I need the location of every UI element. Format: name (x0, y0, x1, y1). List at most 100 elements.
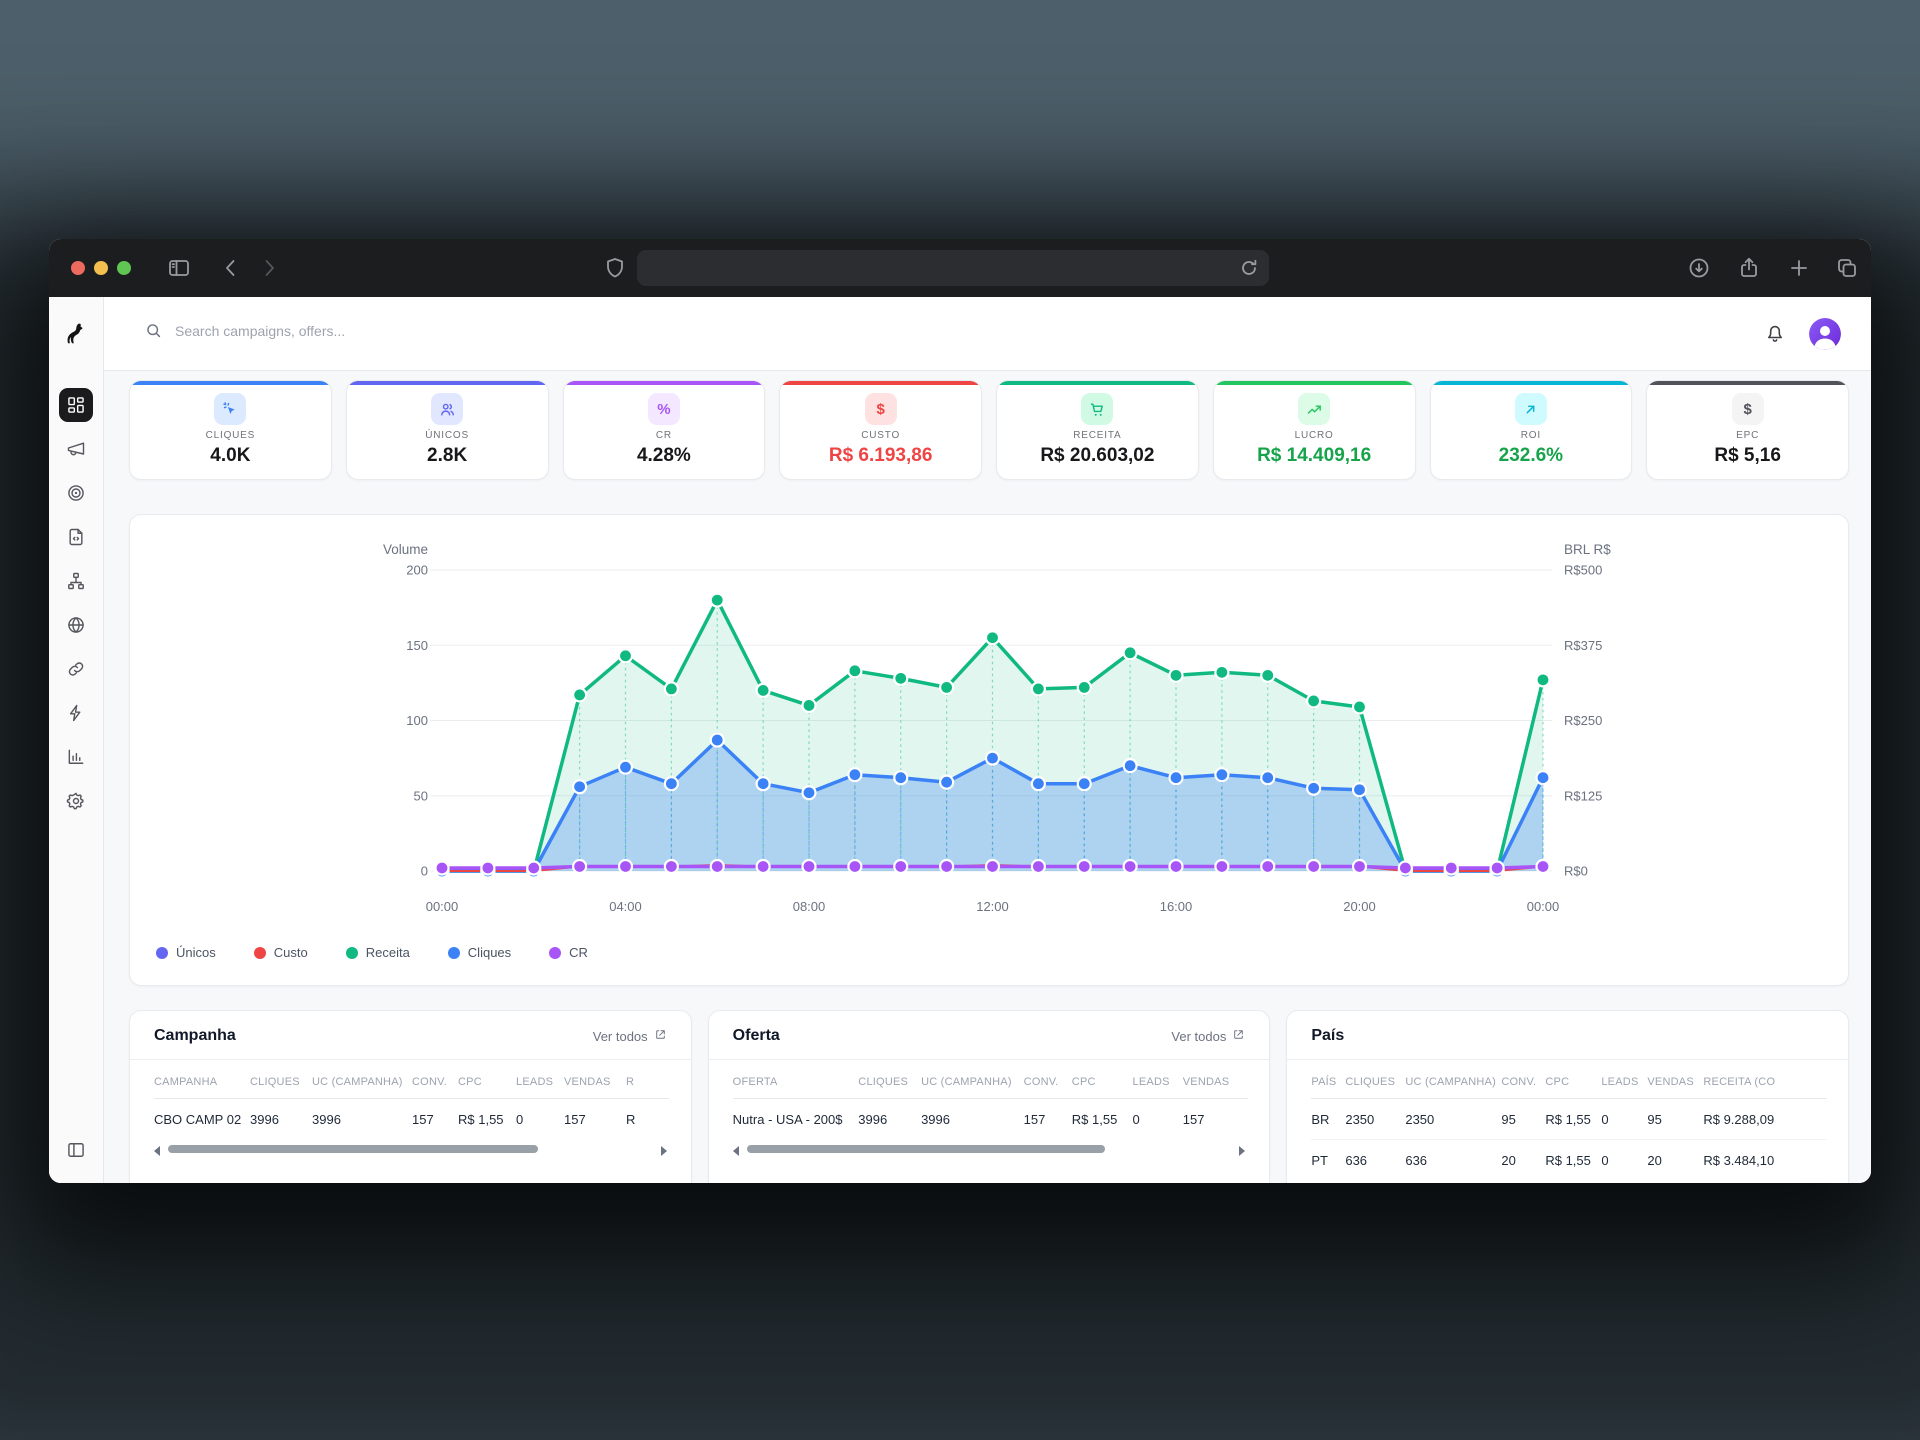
kpi-card-7[interactable]: $EPCR$ 5,16 (1646, 380, 1849, 480)
sidebar-item-campaigns[interactable] (59, 432, 93, 466)
kpi-accent-bar (997, 381, 1198, 385)
column-header[interactable]: UC (CAMPANHA) (921, 1060, 1024, 1099)
sidebar-item-settings[interactable] (59, 784, 93, 818)
column-header[interactable]: VENDAS (1183, 1060, 1248, 1099)
scrollbar-thumb[interactable] (747, 1145, 1105, 1153)
summary-tables-row: CampanhaVer todosCAMPANHACLIQUESUC (CAMP… (129, 1010, 1849, 1183)
legend-item-Únicos[interactable]: Únicos (156, 945, 216, 960)
bell-icon[interactable] (1763, 321, 1787, 345)
legend-item-Receita[interactable]: Receita (346, 945, 410, 960)
horizontal-scrollbar[interactable] (154, 1142, 667, 1158)
column-header[interactable]: CPC (458, 1060, 516, 1099)
table-row[interactable]: CBO CAMP 0239963996157R$ 1,550157R (154, 1099, 669, 1140)
search-input[interactable] (173, 322, 593, 340)
kpi-card-2[interactable]: %CR4.28% (563, 380, 766, 480)
column-header[interactable]: CAMPANHA (154, 1060, 250, 1099)
ver-todos-link[interactable]: Ver todos (593, 1028, 667, 1044)
kpi-card-3[interactable]: $CUSTOR$ 6.193,86 (779, 380, 982, 480)
scroll-right-icon[interactable] (1239, 1146, 1245, 1156)
svg-text:16:00: 16:00 (1160, 899, 1193, 914)
zoom-window-button[interactable] (117, 261, 131, 275)
legend-item-Custo[interactable]: Custo (254, 945, 308, 960)
address-bar[interactable] (637, 250, 1269, 286)
search-box[interactable] (144, 321, 593, 340)
chart-legend: Únicos Custo Receita Cliques CR (130, 945, 1848, 960)
sidebar-item-links[interactable] (59, 652, 93, 686)
main-area: CLIQUES4.0KÚNICOS2.8K%CR4.28%$CUSTOR$ 6.… (104, 297, 1871, 1183)
svg-text:100: 100 (406, 713, 428, 728)
scrollbar-thumb[interactable] (168, 1145, 538, 1153)
table-cell: R$ 1,55 (458, 1099, 516, 1140)
share-icon[interactable] (1737, 256, 1761, 280)
back-icon[interactable] (219, 256, 243, 280)
column-header[interactable]: CLIQUES (250, 1060, 312, 1099)
kpi-row: CLIQUES4.0KÚNICOS2.8K%CR4.28%$CUSTOR$ 6.… (129, 380, 1849, 480)
download-icon[interactable] (1687, 256, 1711, 280)
sidebar-item-reports[interactable] (59, 740, 93, 774)
users-icon (431, 393, 463, 425)
kpi-label: ROI (1431, 430, 1632, 441)
dog-logo[interactable] (63, 297, 89, 371)
column-header[interactable]: UC (CAMPANHA) (1405, 1060, 1501, 1099)
collapse-sidebar-icon[interactable] (59, 1133, 93, 1167)
kpi-accent-bar (130, 381, 331, 385)
column-header[interactable]: R (626, 1060, 669, 1099)
table-row[interactable]: Nutra - USA - 200$39963996157R$ 1,550157 (733, 1099, 1248, 1140)
table-title: País (1311, 1027, 1344, 1045)
sidebar-item-dashboard[interactable] (59, 388, 93, 422)
sidebar-item-offers[interactable] (59, 476, 93, 510)
column-header[interactable]: VENDAS (1647, 1060, 1703, 1099)
column-header[interactable]: CPC (1072, 1060, 1133, 1099)
column-header[interactable]: LEADS (1601, 1060, 1647, 1099)
sidebar-item-automations[interactable] (59, 696, 93, 730)
kpi-card-5[interactable]: LUCROR$ 14.409,16 (1213, 380, 1416, 480)
column-header[interactable]: CONV. (412, 1060, 458, 1099)
scroll-left-icon[interactable] (733, 1146, 739, 1156)
kpi-card-0[interactable]: CLIQUES4.0K (129, 380, 332, 480)
kpi-label: CUSTO (780, 430, 981, 441)
column-header[interactable]: LEADS (1133, 1060, 1183, 1099)
table-row[interactable]: BR2350235095R$ 1,55095R$ 9.288,09 (1311, 1099, 1827, 1140)
new-tab-icon[interactable] (1787, 256, 1811, 280)
kpi-card-4[interactable]: RECEITAR$ 20.603,02 (996, 380, 1199, 480)
traffic-chart-card: 0R$050R$125100R$250150R$375200R$500Volum… (129, 514, 1849, 986)
user-avatar[interactable] (1809, 318, 1841, 350)
column-header[interactable]: CPC (1545, 1060, 1601, 1099)
column-header[interactable]: CLIQUES (858, 1060, 921, 1099)
sidebar-item-integrations[interactable] (59, 520, 93, 554)
column-header[interactable]: PAÍS (1311, 1060, 1345, 1099)
tab-overview-icon[interactable] (1835, 256, 1859, 280)
sidebar-toggle-icon[interactable] (167, 256, 191, 280)
horizontal-scrollbar[interactable] (733, 1142, 1246, 1158)
column-header[interactable]: CLIQUES (1345, 1060, 1405, 1099)
legend-item-CR[interactable]: CR (549, 945, 588, 960)
column-header[interactable]: UC (CAMPANHA) (312, 1060, 412, 1099)
close-window-button[interactable] (71, 261, 85, 275)
table-cell: R$ 9.288,09 (1703, 1099, 1827, 1140)
minimize-window-button[interactable] (94, 261, 108, 275)
percent-icon: % (648, 393, 680, 425)
sidebar-item-funnels[interactable] (59, 564, 93, 598)
table-cell: R$ 1,55 (1545, 1140, 1601, 1181)
table-header-row: PAÍSCLIQUESUC (CAMPANHA)CONV.CPCLEADSVEN… (1311, 1060, 1827, 1099)
column-header[interactable]: CONV. (1024, 1060, 1072, 1099)
column-header[interactable]: OFERTA (733, 1060, 859, 1099)
kpi-card-6[interactable]: ROI232.6% (1430, 380, 1633, 480)
forward-icon[interactable] (257, 256, 281, 280)
table-row[interactable]: PT63663620R$ 1,55020R$ 3.484,10 (1311, 1140, 1827, 1181)
column-header[interactable]: RECEITA (CO (1703, 1060, 1827, 1099)
sidebar-item-domains[interactable] (59, 608, 93, 642)
table-cell: 157 (1183, 1099, 1248, 1140)
ver-todos-link[interactable]: Ver todos (1171, 1028, 1245, 1044)
kpi-card-1[interactable]: ÚNICOS2.8K (346, 380, 549, 480)
svg-text:R$125: R$125 (1564, 788, 1602, 803)
column-header[interactable]: VENDAS (564, 1060, 626, 1099)
external-link-icon (654, 1028, 667, 1044)
column-header[interactable]: LEADS (516, 1060, 564, 1099)
column-header[interactable]: CONV. (1501, 1060, 1545, 1099)
legend-item-Cliques[interactable]: Cliques (448, 945, 511, 960)
reload-icon[interactable] (1237, 256, 1261, 280)
scroll-left-icon[interactable] (154, 1146, 160, 1156)
scroll-right-icon[interactable] (661, 1146, 667, 1156)
kpi-accent-bar (1431, 381, 1632, 385)
